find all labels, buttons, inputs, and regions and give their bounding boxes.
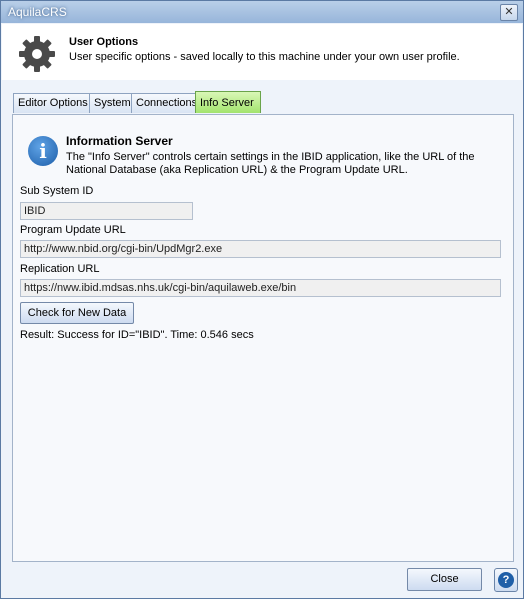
window-title: AquilaCRS [8,5,67,19]
result-text: Result: Success for ID="IBID". Time: 0.5… [20,329,254,341]
window-close-button[interactable]: ✕ [500,4,518,21]
close-button[interactable]: Close [407,568,482,591]
update-url-label: Program Update URL [20,224,126,236]
tab-editor-options[interactable]: Editor Options [13,93,92,113]
gear-icon [19,36,55,72]
title-bar[interactable]: AquilaCRS ✕ [1,1,523,23]
header-subtitle: User specific options - saved locally to… [69,51,460,63]
check-new-data-button[interactable]: Check for New Data [20,302,134,324]
update-url-field[interactable]: http://www.nbid.org/cgi-bin/UpdMgr2.exe [20,240,501,258]
options-window: AquilaCRS ✕ User Options User specific o… [0,0,524,599]
tab-info-server[interactable]: Info Server [195,91,261,113]
info-icon: i [28,136,58,166]
subsystem-id-field[interactable]: IBID [20,202,193,220]
info-title: Information Server [66,134,173,148]
subsystem-label: Sub System ID [20,185,94,197]
tab-connections[interactable]: Connections [131,93,199,113]
help-button[interactable]: ? [494,568,518,592]
header-title: User Options [69,36,139,48]
options-header: User Options User specific options - sav… [2,24,522,80]
help-icon: ? [498,572,514,588]
tab-system[interactable]: System [89,93,134,113]
info-description: The "Info Server" controls certain setti… [66,151,475,176]
replication-url-field[interactable]: https://nww.ibid.mdsas.nhs.uk/cgi-bin/aq… [20,279,501,297]
info-server-panel: i Information Server The "Info Server" c… [12,114,514,562]
replication-url-label: Replication URL [20,263,100,275]
